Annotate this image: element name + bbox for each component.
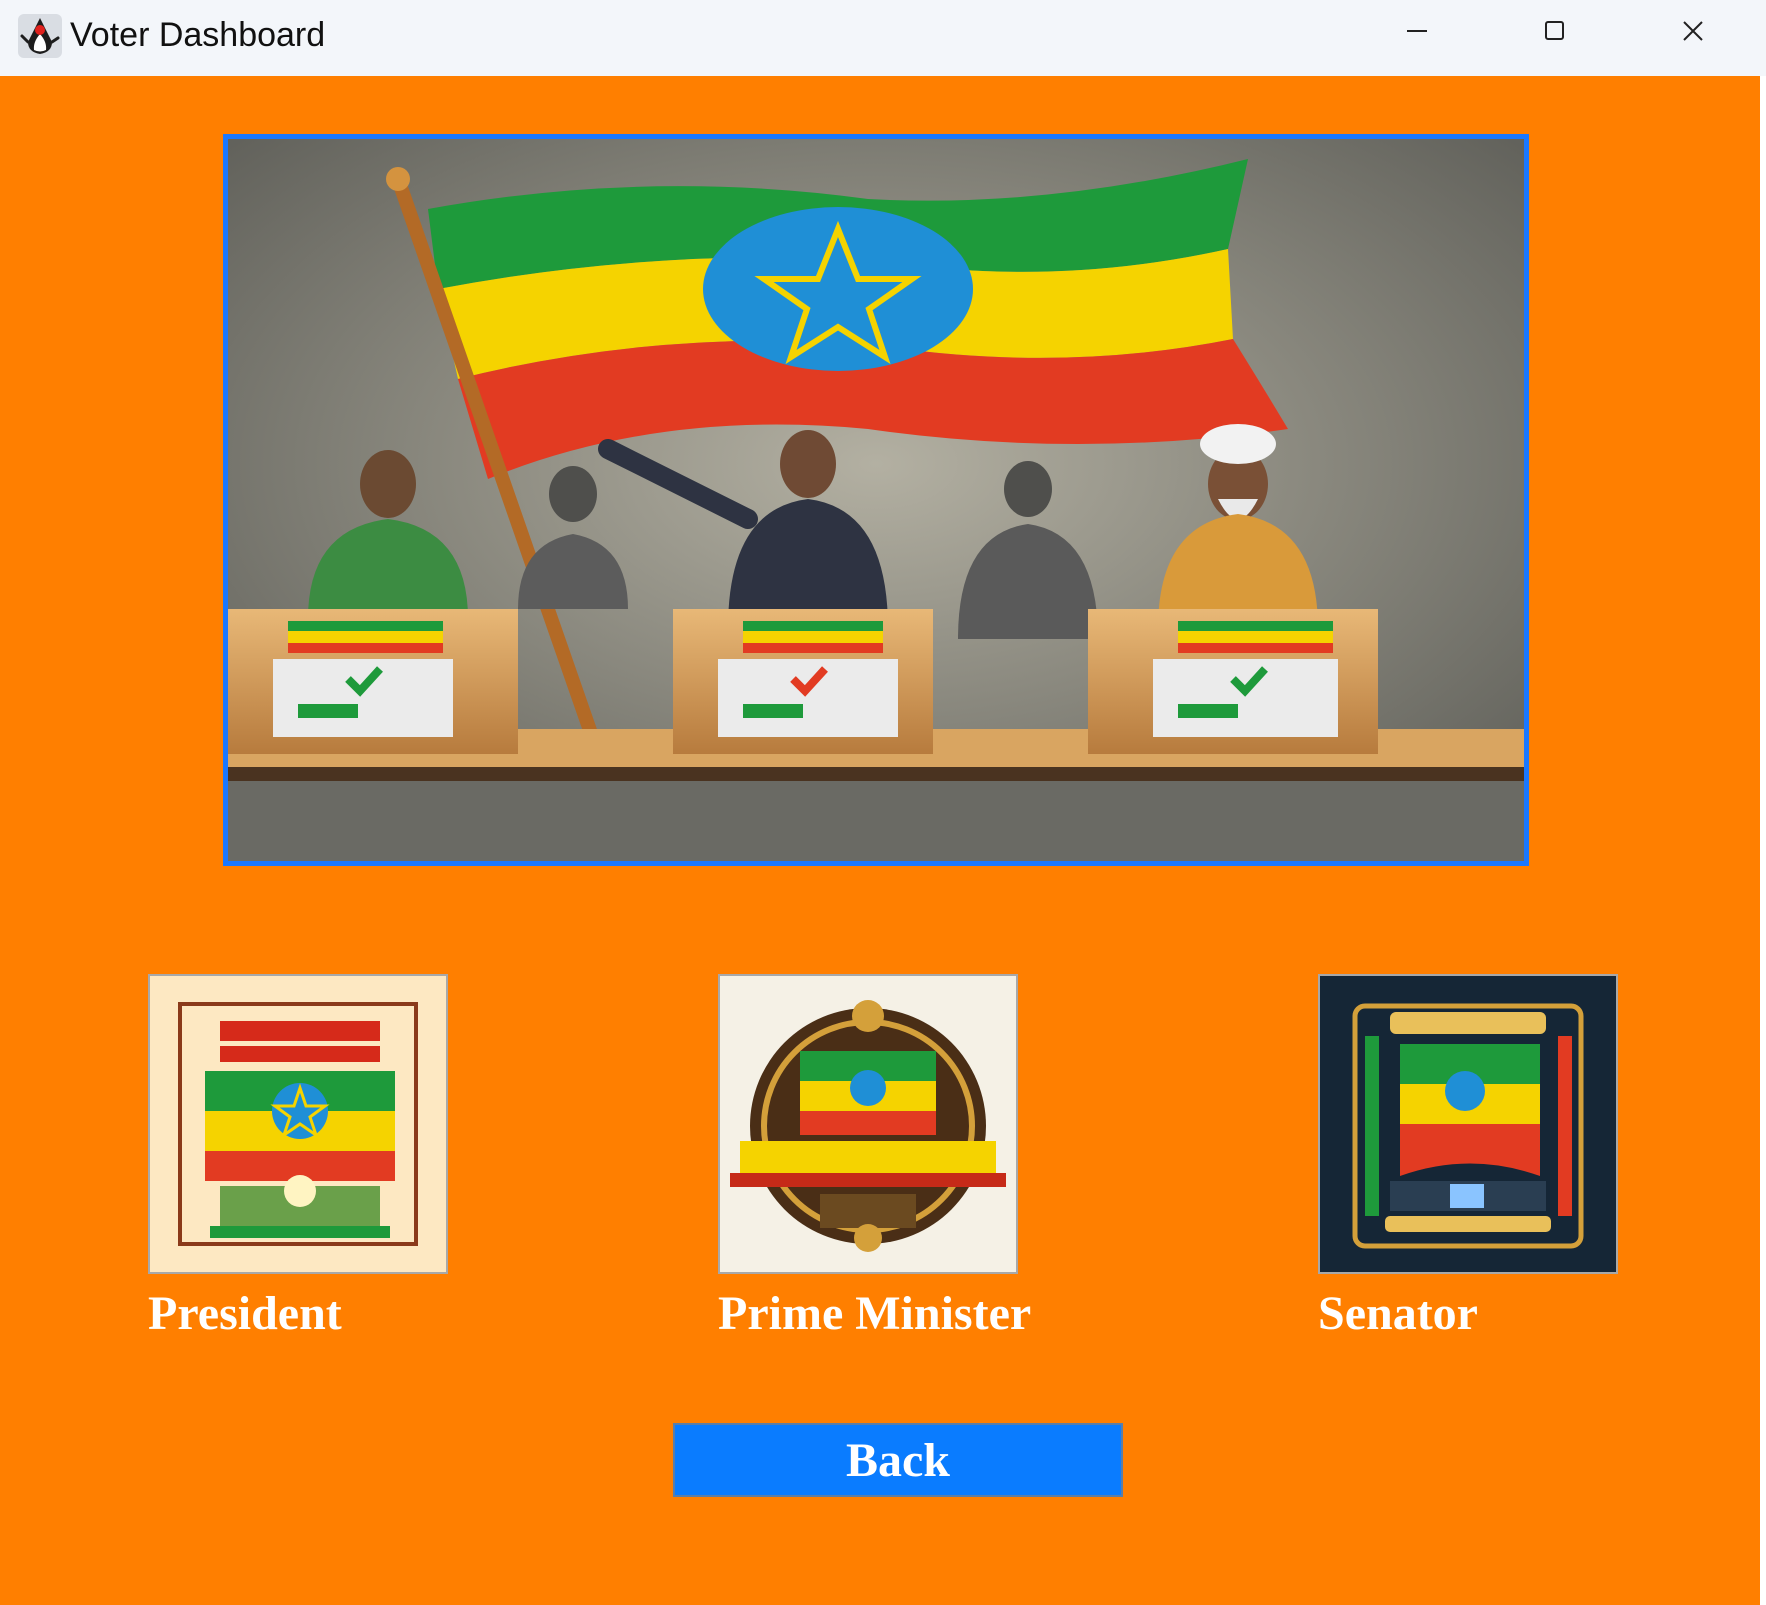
prime-minister-emblem-icon [720,976,1016,1272]
president-emblem-icon [150,976,446,1272]
prime-minister-card[interactable] [718,974,1018,1274]
president-card[interactable] [148,974,448,1274]
java-duke-icon [16,12,64,60]
senator-label: Senator [1318,1287,1478,1340]
senator-card[interactable] [1318,974,1618,1274]
close-button[interactable] [1624,0,1762,66]
hero-image [223,134,1529,866]
president-label: President [148,1287,342,1340]
minimize-button[interactable] [1348,0,1486,66]
senator-emblem-icon [1320,976,1616,1272]
minimize-icon [1405,19,1429,48]
voter-dashboard-window: Voter Dashboard President Prime Minister… [0,0,1766,1605]
close-icon [1681,19,1705,48]
maximize-button[interactable] [1486,0,1624,66]
title-bar[interactable]: Voter Dashboard [0,0,1766,76]
window-title: Voter Dashboard [70,16,326,54]
prime-minister-label: Prime Minister [718,1287,1032,1340]
maximize-icon [1543,19,1567,48]
window-edge [1760,76,1766,1605]
back-button[interactable]: Back [673,1423,1123,1497]
dashboard-content: President Prime Minister Senator Back [0,76,1760,1605]
